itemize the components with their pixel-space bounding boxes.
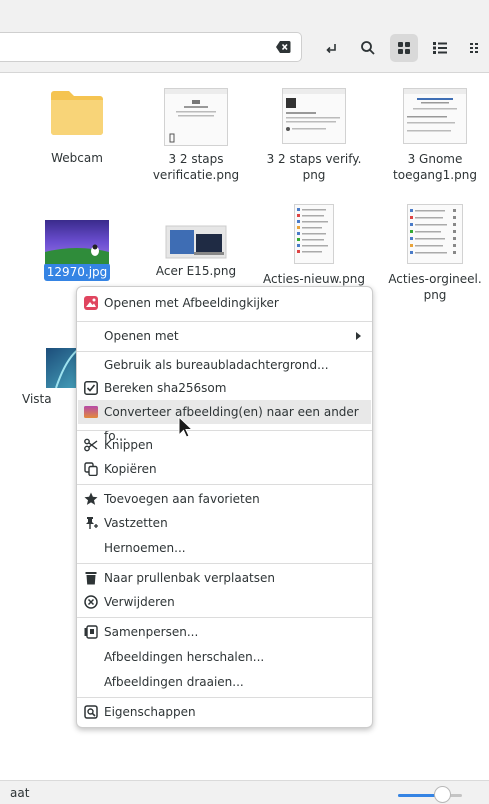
image-thumbnail	[294, 204, 334, 264]
menu-item-label: Knippen	[104, 438, 154, 452]
menu-item-sha256[interactable]: Bereken sha256som	[78, 376, 371, 400]
image-thumbnail	[46, 348, 76, 388]
menu-item-set-wallpaper[interactable]: Gebruik als bureaubladachtergrond...	[78, 353, 371, 377]
menu-item-label: Samenpersen...	[104, 625, 199, 639]
trash-icon	[85, 572, 97, 585]
image-thumbnail	[407, 204, 463, 264]
file-name: Vista	[22, 392, 52, 406]
menu-item-label: Verwijderen	[104, 595, 175, 609]
status-text: aat	[10, 786, 30, 800]
menu-item-label: Hernoemen...	[104, 541, 186, 555]
submenu-arrow-icon	[356, 332, 361, 340]
file-name: 3 Gnome toegang1.png	[393, 152, 477, 182]
menu-item-label: Vastzetten	[104, 516, 168, 530]
grid-view-icon	[398, 42, 410, 54]
file-item[interactable]: Vista	[22, 348, 76, 407]
search-button[interactable]	[354, 34, 382, 62]
menu-item-add-favorite[interactable]: Toevoegen aan favorieten	[78, 487, 371, 511]
folder-icon	[51, 91, 103, 135]
file-name: Acer E15.png	[155, 264, 237, 278]
image-thumbnail	[45, 220, 109, 264]
grid-view-button[interactable]	[390, 34, 418, 62]
pin-icon	[86, 517, 98, 529]
file-name: 3 2 staps verificatie.png	[152, 152, 240, 182]
clear-icon[interactable]	[276, 40, 291, 54]
list-view-icon	[433, 42, 447, 54]
menu-item-label: Bereken sha256som	[104, 381, 227, 395]
image-thumbnail	[165, 225, 227, 259]
menu-item-label: Eigenschappen	[104, 705, 196, 719]
image-thumbnail	[164, 88, 228, 146]
file-name: Acties-orgineel. png	[388, 272, 482, 302]
menu-item-pin[interactable]: Vastzetten	[78, 511, 371, 535]
menu-item-delete[interactable]: Verwijderen	[78, 590, 371, 614]
menu-item-rotate-images[interactable]: Afbeeldingen draaien...	[78, 670, 371, 694]
menu-item-resize-images[interactable]: Afbeeldingen herschalen...	[78, 645, 371, 669]
properties-icon	[84, 705, 98, 719]
search-icon	[361, 41, 375, 55]
file-item[interactable]: Webcam	[22, 88, 132, 166]
mouse-pointer-icon	[178, 416, 194, 438]
file-item[interactable]: Acer E15.png	[141, 204, 251, 279]
file-name: Webcam	[51, 151, 103, 165]
go-up-button[interactable]	[318, 34, 346, 62]
image-viewer-icon	[84, 296, 98, 310]
image-thumbnail	[282, 88, 346, 144]
zoom-slider-handle[interactable]	[434, 786, 451, 803]
location-bar[interactable]	[0, 32, 302, 62]
star-icon	[84, 492, 98, 505]
menu-item-copy[interactable]: Kopiëren	[78, 457, 371, 481]
copy-icon	[84, 462, 98, 476]
file-item[interactable]: Acties-orgineel. png	[380, 204, 489, 303]
header-bar	[0, 0, 489, 73]
file-item[interactable]: 3 2 staps verify. png	[259, 88, 369, 183]
delete-icon	[84, 595, 98, 609]
checkbox-icon	[84, 381, 98, 395]
status-bar: aat	[0, 780, 489, 804]
menu-item-label: Kopiëren	[104, 462, 157, 476]
menu-item-label: Gebruik als bureaubladachtergrond...	[104, 358, 329, 372]
menu-item-convert-image[interactable]: Converteer afbeelding(en) naar een ander…	[78, 400, 371, 443]
menu-item-label: Afbeeldingen draaien...	[104, 675, 244, 689]
menu-item-label: Naar prullenbak verplaatsen	[104, 571, 275, 585]
menu-item-rename[interactable]: Hernoemen...	[78, 536, 371, 560]
context-menu: Openen met Afbeeldingkijker Openen met G…	[76, 286, 373, 728]
scissors-icon	[84, 438, 98, 452]
view-options-button[interactable]	[462, 34, 489, 62]
menu-item-open-image-viewer[interactable]: Openen met Afbeeldingkijker	[78, 291, 371, 315]
menu-item-open-with[interactable]: Openen met	[78, 324, 371, 348]
view-options-icon	[470, 43, 478, 53]
menu-item-label: Afbeeldingen herschalen...	[104, 650, 265, 664]
file-item[interactable]: Acties-nieuw.png	[259, 204, 369, 287]
file-item[interactable]: 12970.jpg	[22, 204, 132, 281]
menu-item-cut[interactable]: Knippen	[78, 433, 371, 457]
list-view-button[interactable]	[426, 34, 454, 62]
menu-item-move-to-trash[interactable]: Naar prullenbak verplaatsen	[78, 566, 371, 590]
menu-item-compress[interactable]: Samenpersen...	[78, 620, 371, 644]
convert-image-icon	[84, 406, 98, 418]
file-item[interactable]: 3 Gnome toegang1.png	[380, 88, 489, 183]
menu-item-label: Openen met Afbeeldingkijker	[104, 296, 279, 310]
menu-item-label: Toevoegen aan favorieten	[104, 492, 260, 506]
return-arrow-icon	[326, 44, 336, 54]
menu-item-label: Openen met	[104, 329, 179, 343]
file-name: Acties-nieuw.png	[263, 272, 365, 286]
compress-icon	[84, 625, 98, 639]
image-thumbnail	[403, 88, 467, 144]
file-name: 3 2 staps verify. png	[266, 152, 362, 182]
file-item[interactable]: 3 2 staps verificatie.png	[141, 88, 251, 183]
menu-item-properties[interactable]: Eigenschappen	[78, 700, 371, 724]
file-name: 12970.jpg	[43, 263, 111, 281]
